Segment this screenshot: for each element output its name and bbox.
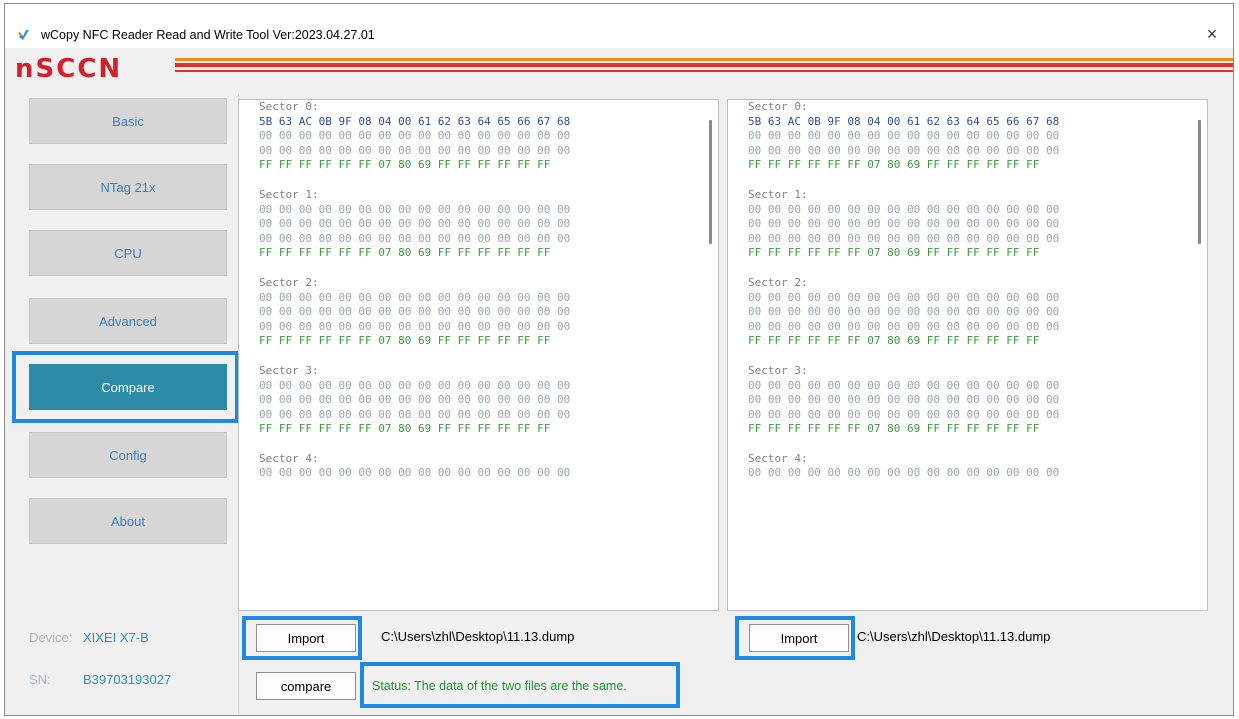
dump-line: 00 00 00 00 00 00 00 00 00 00 00 00 00 0… (748, 319, 1060, 333)
dump-line: 00 00 00 00 00 00 00 00 00 00 00 00 00 0… (259, 466, 571, 480)
brand-logo: nSCCN (15, 54, 123, 84)
dump-line: FF FF FF FF FF FF 07 80 69 FF FF FF FF F… (259, 158, 551, 172)
dump-line: 00 00 00 00 00 00 00 00 00 00 00 00 00 0… (748, 290, 1060, 304)
sector-gap (259, 437, 718, 452)
sector-gap (748, 173, 1207, 188)
sector-title: Sector 3: (259, 363, 319, 377)
sector-gap (748, 437, 1207, 452)
left-import-button[interactable]: Import (256, 624, 356, 652)
dump-line: 5B 63 AC 0B 9F 08 04 00 61 62 63 64 65 6… (748, 114, 1060, 128)
dump-line: 00 00 00 00 00 00 00 00 00 00 00 00 00 0… (748, 378, 1060, 392)
sector-title: Sector 1: (748, 187, 808, 201)
dump-line: 00 00 00 00 00 00 00 00 00 00 00 00 00 0… (259, 319, 571, 333)
dump-line: FF FF FF FF FF FF 07 80 69 FF FF FF FF F… (748, 422, 1040, 436)
banner-stripe (175, 70, 1233, 72)
left-dump-view[interactable]: Sector 0: 5B 63 AC 0B 9F 08 04 00 61 62 6… (238, 99, 719, 611)
dump-line: 00 00 00 00 00 00 00 00 00 00 00 00 00 0… (748, 202, 1060, 216)
right-file-path: C:\Users\zhl\Desktop\11.13.dump (857, 629, 1051, 644)
dump-line: 00 00 00 00 00 00 00 00 00 00 00 00 00 0… (259, 393, 571, 407)
brand-banner: nSCCN (5, 56, 1233, 84)
sn-value: B39703193027 (83, 672, 172, 687)
left-scrollbar[interactable] (709, 120, 712, 244)
left-file-path: C:\Users\zhl\Desktop\11.13.dump (381, 629, 575, 644)
device-label: Device: (29, 630, 73, 645)
sector-title: Sector 3: (748, 363, 808, 377)
sn-label: SN: (29, 672, 51, 687)
dump-line: 00 00 00 00 00 00 00 00 00 00 00 00 00 0… (748, 466, 1060, 480)
sidebar-item-basic[interactable]: Basic (29, 98, 227, 144)
sector-title: Sector 0: (259, 100, 319, 113)
right-dump-content: Sector 0: 5B 63 AC 0B 9F 08 04 00 61 62 6… (748, 100, 1207, 481)
dump-line: 00 00 00 00 00 00 00 00 00 00 00 00 00 0… (748, 393, 1060, 407)
close-icon[interactable]: × (1201, 23, 1223, 45)
dump-line: 00 00 00 00 00 00 00 00 00 00 00 00 00 0… (259, 378, 571, 392)
sector-title: Sector 0: (748, 100, 808, 113)
dump-line: FF FF FF FF FF FF 07 80 69 FF FF FF FF F… (259, 334, 551, 348)
sidebar-item-about[interactable]: About (29, 498, 227, 544)
sector-gap (259, 173, 718, 188)
banner-stripe (175, 63, 1233, 67)
sector-title: Sector 1: (259, 187, 319, 201)
dump-line: FF FF FF FF FF FF 07 80 69 FF FF FF FF F… (748, 158, 1040, 172)
app-window: wCopy NFC Reader Read and Write Tool Ver… (4, 3, 1234, 716)
dump-line: 00 00 00 00 00 00 00 00 00 00 00 00 00 0… (748, 407, 1060, 421)
sidebar-item-compare[interactable]: Compare (29, 364, 227, 410)
dump-line: 00 00 00 00 00 00 00 00 00 00 00 00 00 0… (259, 202, 571, 216)
compare-button[interactable]: compare (256, 672, 356, 700)
dump-line: 00 00 00 00 00 00 00 00 00 00 00 00 00 0… (748, 231, 1060, 245)
sidebar-item-config[interactable]: Config (29, 432, 227, 478)
dump-line: 00 00 00 00 00 00 00 00 00 00 00 00 00 0… (748, 217, 1060, 231)
dump-line: 00 00 00 00 00 00 00 00 00 00 00 00 00 0… (259, 290, 571, 304)
dump-line: 00 00 00 00 00 00 00 00 00 00 00 00 00 0… (748, 143, 1060, 157)
sector-title: Sector 4: (259, 451, 319, 465)
sector-gap (748, 261, 1207, 276)
sector-title: Sector 2: (259, 275, 319, 289)
sidebar-item-ntag21x[interactable]: NTag 21x (29, 164, 227, 210)
dump-line: FF FF FF FF FF FF 07 80 69 FF FF FF FF F… (748, 334, 1040, 348)
dump-line: 00 00 00 00 00 00 00 00 00 00 00 00 00 0… (259, 305, 571, 319)
right-import-button[interactable]: Import (749, 624, 849, 652)
dump-line: 5B 63 AC 0B 9F 08 04 00 61 62 63 64 65 6… (259, 114, 571, 128)
banner-stripe (175, 58, 1233, 61)
dump-line: 00 00 00 00 00 00 00 00 00 00 00 00 00 0… (259, 217, 571, 231)
right-dump-view[interactable]: Sector 0: 5B 63 AC 0B 9F 08 04 00 61 62 6… (727, 99, 1208, 611)
dump-line: 00 00 00 00 00 00 00 00 00 00 00 00 00 0… (259, 129, 571, 143)
device-value: XIXEI X7-B (83, 630, 149, 645)
sector-title: Sector 2: (748, 275, 808, 289)
sector-gap (259, 261, 718, 276)
dump-line: 00 00 00 00 00 00 00 00 00 00 00 00 00 0… (748, 129, 1060, 143)
left-dump-content: Sector 0: 5B 63 AC 0B 9F 08 04 00 61 62 6… (259, 100, 718, 481)
sector-gap (259, 349, 718, 364)
dump-line: FF FF FF FF FF FF 07 80 69 FF FF FF FF F… (748, 246, 1040, 260)
title-bar: wCopy NFC Reader Read and Write Tool Ver… (5, 4, 1233, 48)
sector-gap (748, 349, 1207, 364)
dump-line: 00 00 00 00 00 00 00 00 00 00 00 00 00 0… (259, 143, 571, 157)
sector-title: Sector 4: (748, 451, 808, 465)
right-scrollbar[interactable] (1198, 120, 1201, 244)
dump-line: 00 00 00 00 00 00 00 00 00 00 00 00 00 0… (748, 305, 1060, 319)
dump-line: 00 00 00 00 00 00 00 00 00 00 00 00 00 0… (259, 407, 571, 421)
window-title: wCopy NFC Reader Read and Write Tool Ver… (41, 28, 375, 42)
dump-line: FF FF FF FF FF FF 07 80 69 FF FF FF FF F… (259, 422, 551, 436)
nfc-logo-icon (18, 30, 29, 40)
dump-line: FF FF FF FF FF FF 07 80 69 FF FF FF FF F… (259, 246, 551, 260)
dump-line: 00 00 00 00 00 00 00 00 00 00 00 00 00 0… (259, 231, 571, 245)
sidebar-item-advanced[interactable]: Advanced (29, 298, 227, 344)
sidebar-item-cpu[interactable]: CPU (29, 230, 227, 276)
status-text: Status: The data of the two files are th… (372, 679, 627, 693)
